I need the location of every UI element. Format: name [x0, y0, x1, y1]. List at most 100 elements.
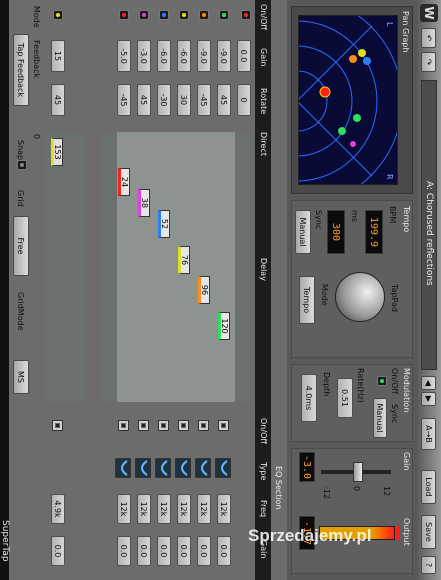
ms-display[interactable]: 300: [327, 210, 345, 254]
toolbar-ab-button[interactable]: A→B: [421, 418, 436, 450]
feedback-gain-field[interactable]: 15: [51, 40, 65, 72]
tappad-knob[interactable]: [335, 272, 385, 322]
output-meter-peak: [395, 526, 399, 540]
tap-eq-gain[interactable]: 0.0: [217, 536, 231, 566]
tap-delay-marker[interactable]: 52: [158, 210, 170, 238]
tap-eq-onoff[interactable]: [218, 420, 229, 431]
tap-gain-field[interactable]: -3.0: [137, 40, 151, 72]
toolbar-help-button[interactable]: ?: [421, 556, 436, 574]
feedback-eq-gain[interactable]: 0.0: [51, 536, 65, 566]
gain-label: Gain: [402, 452, 411, 471]
tap-eq-freq[interactable]: 12k: [217, 494, 231, 524]
tap-onoff-led[interactable]: [159, 10, 169, 20]
tap-gain-field[interactable]: -5.0: [117, 40, 131, 72]
mod-onoff-button[interactable]: [377, 376, 387, 386]
tap-eq-gain[interactable]: 0.0: [117, 536, 131, 566]
header-eq-section: EQ Section: [274, 466, 283, 510]
pan-dot-green: [353, 114, 361, 122]
tap-eq-freq[interactable]: 12k: [117, 494, 131, 524]
tap-rotate-field[interactable]: -45: [117, 84, 131, 116]
grid-select[interactable]: Free: [13, 216, 29, 276]
pan-graph-display[interactable]: L R: [298, 15, 398, 185]
tap-eq-gain[interactable]: 0.0: [137, 536, 151, 566]
tap-rotate-field[interactable]: 30: [177, 84, 191, 116]
tap-onoff-led[interactable]: [139, 10, 149, 20]
tap-rotate-field[interactable]: -30: [157, 84, 171, 116]
header-type: Type: [259, 462, 268, 481]
tap-eq-onoff[interactable]: [118, 420, 129, 431]
tap-delay-marker[interactable]: 76: [178, 246, 190, 274]
tap-rotate-field[interactable]: 45: [217, 84, 231, 116]
tap-gain-field[interactable]: -9.0: [197, 40, 211, 72]
pan-dot-magenta: [350, 141, 356, 147]
tap-onoff-led[interactable]: [179, 10, 189, 20]
header-onoff: On/Off: [259, 4, 268, 30]
gridmode-select[interactable]: MS: [13, 360, 29, 394]
tap-onoff-led[interactable]: [199, 10, 209, 20]
tap-delay-marker[interactable]: 96: [198, 276, 210, 304]
tap-eq-freq[interactable]: 12k: [137, 494, 151, 524]
tap-color-icon: [222, 13, 226, 17]
tap-eq-gain[interactable]: 0.0: [177, 536, 191, 566]
feedback-onoff-led[interactable]: [53, 10, 63, 20]
feedback-rotate-field[interactable]: 45: [51, 84, 65, 116]
tap-eq-onoff[interactable]: [138, 420, 149, 431]
depth-field[interactable]: 4.0ms: [301, 374, 317, 422]
title-bar: [0, 0, 9, 580]
tap-color-icon: [202, 13, 206, 17]
tap-gain-field[interactable]: -6.0: [177, 40, 191, 72]
toolbar-redo-button[interactable]: ↷: [421, 52, 436, 72]
tap-eq-gain[interactable]: 0.0: [197, 536, 211, 566]
tap-eq-gain[interactable]: 0.0: [157, 536, 171, 566]
tap-eq-onoff[interactable]: [158, 420, 169, 431]
direct-gain-field[interactable]: 0.0: [237, 40, 251, 72]
tap-delay-marker[interactable]: 120: [218, 312, 230, 340]
tap-onoff-led[interactable]: [219, 10, 229, 20]
toolbar-next-button[interactable]: ▶: [421, 392, 436, 406]
tap-color-icon: [142, 13, 146, 17]
eq-type-icon[interactable]: [115, 458, 131, 478]
tap-rotate-field[interactable]: -45: [197, 84, 211, 116]
feedback-delay-marker[interactable]: 153: [51, 138, 63, 166]
pan-dot-green-2: [338, 127, 346, 135]
gain-value-display[interactable]: -3.0: [299, 452, 315, 482]
delay-strip-shade-2: [101, 132, 117, 402]
preset-name-display[interactable]: A: Chorused reflections: [421, 80, 437, 370]
tap-delay-marker[interactable]: 38: [138, 189, 150, 217]
tap-gain-field[interactable]: -9.0: [217, 40, 231, 72]
tap-gain-field[interactable]: -6.0: [157, 40, 171, 72]
tap-eq-onoff[interactable]: [178, 420, 189, 431]
mod-sync-button[interactable]: Manual: [373, 398, 387, 438]
snap-label: Snap: [16, 140, 25, 161]
rate-field[interactable]: 0.51: [337, 378, 353, 418]
tap-rotate-field[interactable]: 45: [137, 84, 151, 116]
tap-eq-freq[interactable]: 12k: [157, 494, 171, 524]
eq-type-icon[interactable]: [175, 458, 191, 478]
tap-eq-onoff[interactable]: [198, 420, 209, 431]
feedback-eq-freq[interactable]: 4.9k: [51, 494, 65, 524]
tempo-sync-button[interactable]: Manual: [295, 210, 311, 254]
pan-dot-yellow: [358, 49, 366, 57]
tap-color-icon: [122, 13, 126, 17]
toolbar-undo-button[interactable]: ↶: [421, 28, 436, 48]
tap-eq-freq[interactable]: 12k: [197, 494, 211, 524]
direct-rotate-field[interactable]: 0: [237, 84, 251, 116]
tap-delay-marker[interactable]: 24: [118, 168, 130, 196]
feedback-eq-onoff[interactable]: [52, 420, 63, 431]
bpm-display[interactable]: 199.9: [365, 210, 383, 254]
tap-eq-freq[interactable]: 12k: [177, 494, 191, 524]
eq-type-icon[interactable]: [135, 458, 151, 478]
tempo-mode-button[interactable]: Tempo: [299, 276, 315, 324]
direct-onoff-led[interactable]: [241, 10, 251, 20]
tap-feedback-button[interactable]: Tap Feedback: [13, 34, 29, 106]
gain-slider-handle[interactable]: [353, 462, 363, 482]
toolbar-save-button[interactable]: Save: [421, 515, 436, 549]
header-freq: Freq: [259, 500, 268, 518]
tap-onoff-led[interactable]: [119, 10, 129, 20]
eq-type-icon[interactable]: [215, 458, 231, 478]
snap-toggle[interactable]: [17, 160, 27, 170]
toolbar-load-button[interactable]: Load: [421, 470, 436, 504]
toolbar-prev-button[interactable]: ◀: [421, 376, 436, 390]
eq-type-icon[interactable]: [155, 458, 171, 478]
eq-type-icon[interactable]: [195, 458, 211, 478]
